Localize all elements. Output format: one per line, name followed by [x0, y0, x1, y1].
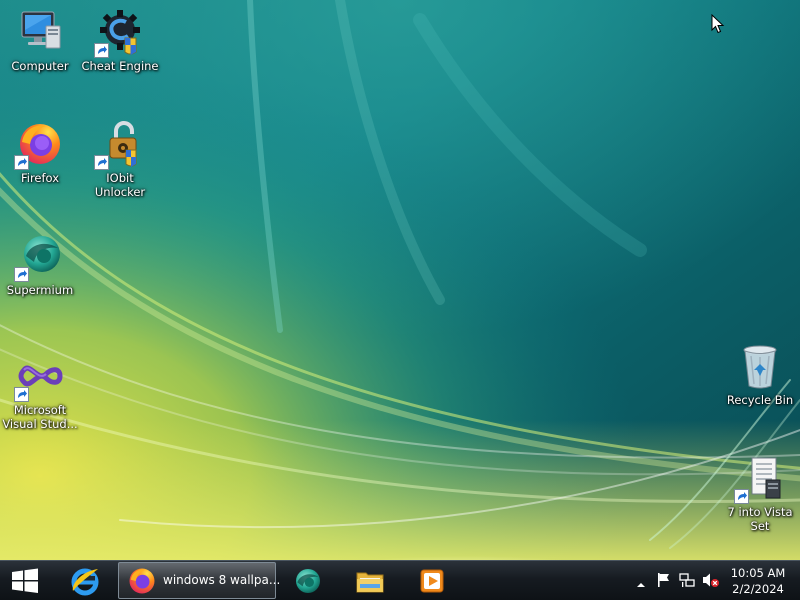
iobit-unlocker-icon	[94, 120, 144, 170]
shortcut-arrow-icon	[734, 489, 749, 504]
start-button[interactable]	[4, 563, 46, 599]
taskbar-pinned-internet-explorer[interactable]	[62, 563, 108, 599]
windows-logo-icon	[4, 568, 46, 600]
vista-set-icon	[734, 454, 784, 504]
clock-date: 2/2/2024	[732, 582, 784, 596]
desktop-wallpaper	[0, 0, 800, 560]
desktop-icon-label: 7 into Vista Set	[727, 505, 793, 533]
shortcut-arrow-icon	[14, 267, 29, 282]
taskbar-task-firefox[interactable]: windows 8 wallpa...	[118, 562, 280, 600]
cheat-engine-icon	[94, 8, 144, 58]
taskbar-task-label: windows 8 wallpa...	[163, 573, 281, 587]
mouse-cursor-icon	[711, 13, 725, 38]
desktop-icon-computer[interactable]: Computer	[0, 8, 80, 73]
supermium-icon	[14, 232, 64, 282]
desktop-icon-label: Firefox	[20, 171, 60, 185]
desktop-icon-vista-set[interactable]: 7 into Vista Set	[720, 454, 800, 533]
computer-icon	[16, 8, 64, 56]
firefox-icon	[14, 120, 64, 170]
shortcut-arrow-icon	[14, 155, 29, 170]
taskbar: windows 8 wallpa... 10:05 AM 2/2/2024	[0, 560, 800, 600]
firefox-icon	[127, 566, 157, 600]
desktop-icon-firefox[interactable]: Firefox	[0, 120, 80, 185]
desktop-icon-supermium[interactable]: Supermium	[0, 232, 80, 297]
taskbar-pinned-file-explorer[interactable]	[347, 563, 393, 599]
taskbar-pinned-media-player[interactable]	[409, 563, 455, 599]
desktop-icon-cheat-engine[interactable]: Cheat Engine	[80, 8, 160, 73]
visual-studio-icon	[14, 352, 64, 402]
desktop-icon-visual-studio[interactable]: Microsoft Visual Stud...	[0, 352, 80, 431]
taskbar-pinned-supermium[interactable]	[285, 563, 331, 599]
desktop-icon-label: Computer	[11, 59, 69, 73]
desktop-icon-label: Recycle Bin	[726, 393, 794, 407]
desktop-icon-label: Microsoft Visual Stud...	[2, 403, 78, 431]
system-tray: 10:05 AM 2/2/2024	[628, 561, 800, 600]
shortcut-arrow-icon	[14, 387, 29, 402]
desktop-icon-iobit-unlocker[interactable]: IObit Unlocker	[80, 120, 160, 199]
recycle-bin-icon	[736, 342, 784, 390]
show-hidden-icons-arrow[interactable]	[636, 575, 646, 594]
network-icon[interactable]	[679, 572, 695, 592]
desktop-icon-label: IObit Unlocker	[94, 171, 146, 199]
shortcut-arrow-icon	[94, 43, 109, 58]
action-center-flag-icon[interactable]	[656, 572, 672, 592]
shortcut-arrow-icon	[94, 155, 109, 170]
volume-muted-icon[interactable]	[702, 572, 720, 592]
desktop-screen: Computer Cheat Engine Firefox IObit Unlo…	[0, 0, 800, 600]
desktop-icon-label: Cheat Engine	[81, 59, 159, 73]
system-clock[interactable]: 10:05 AM 2/2/2024	[728, 565, 788, 597]
desktop-icon-label: Supermium	[6, 283, 74, 297]
clock-time: 10:05 AM	[730, 566, 786, 580]
desktop-icon-recycle-bin[interactable]: Recycle Bin	[720, 342, 800, 407]
